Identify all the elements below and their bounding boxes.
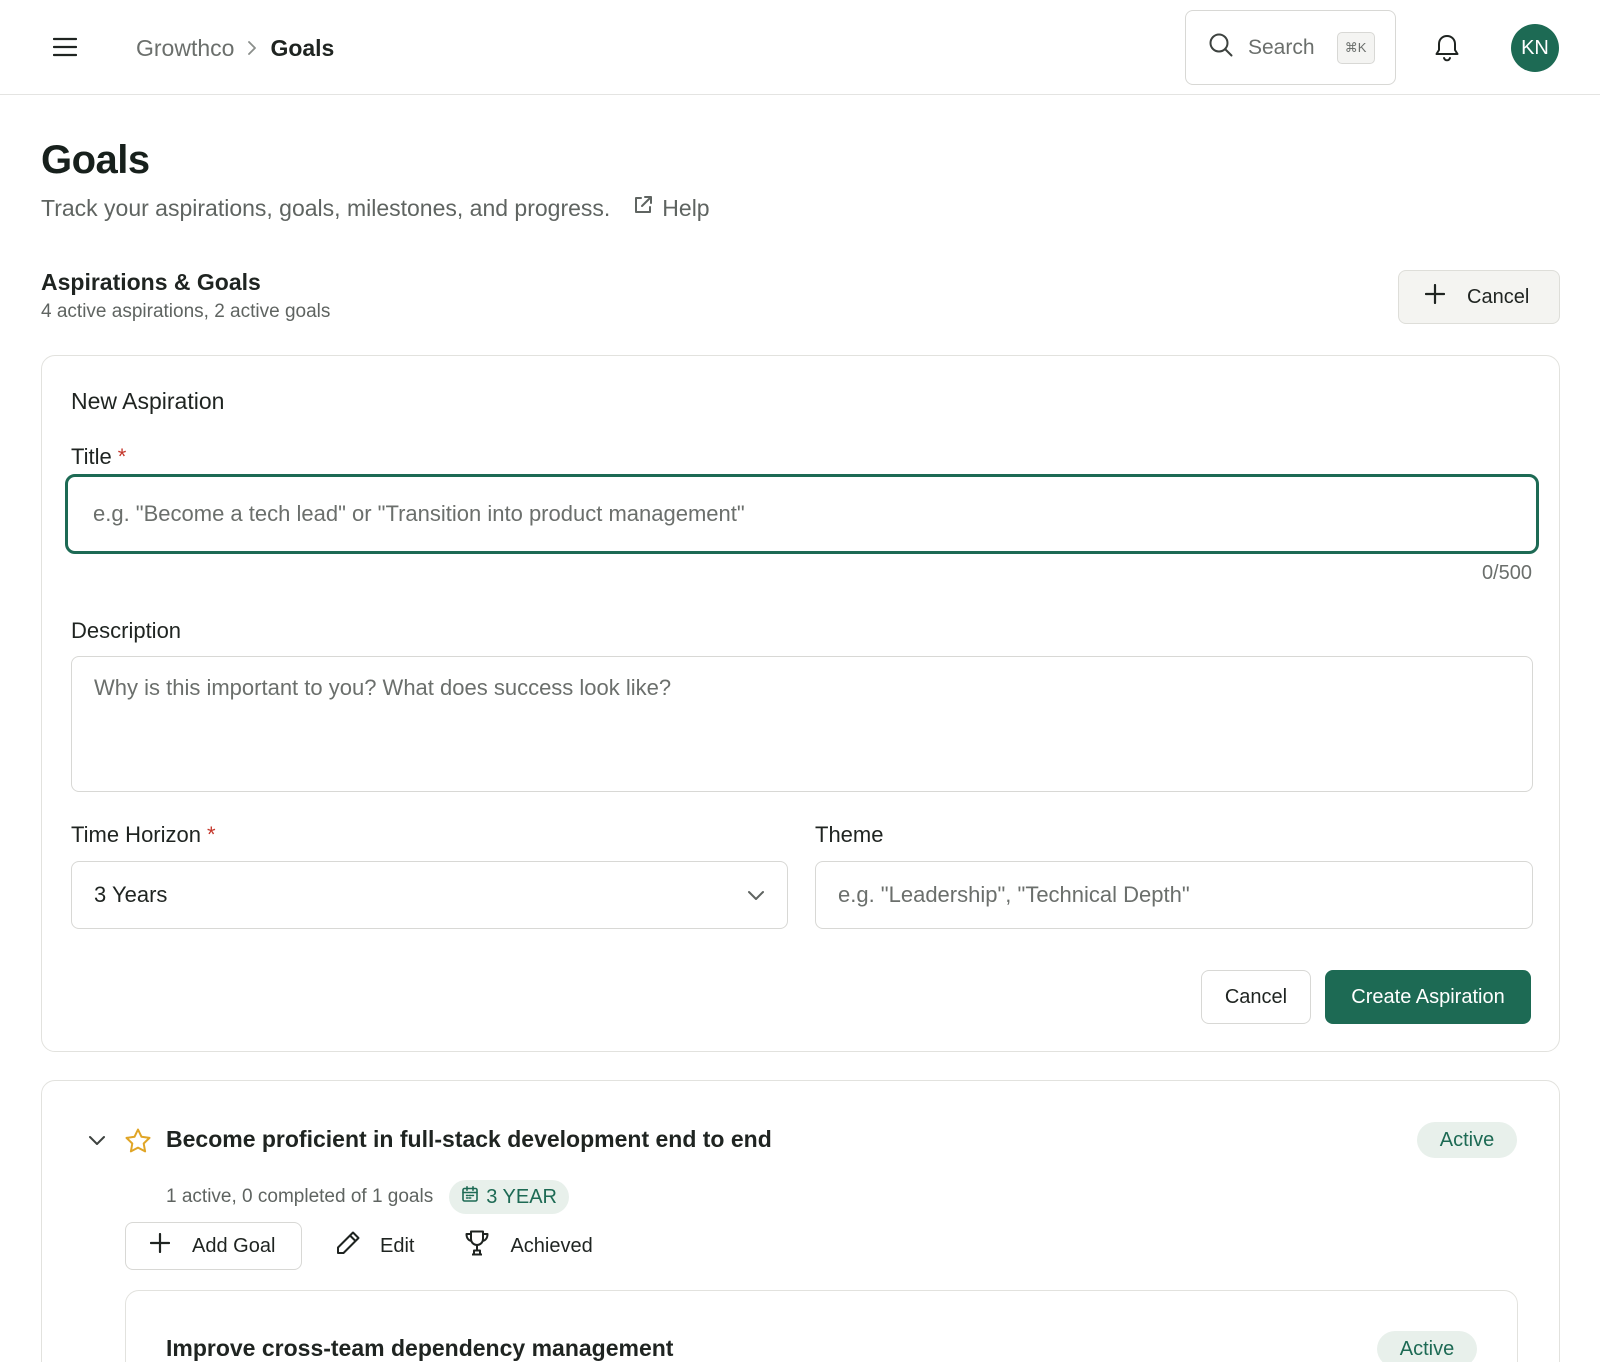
title-input[interactable]	[65, 474, 1539, 554]
aspiration-card: Become proficient in full-stack developm…	[41, 1080, 1560, 1362]
new-aspiration-form: New Aspiration Title* 0/500 Description …	[41, 355, 1560, 1052]
time-horizon-label-text: Time Horizon	[71, 822, 201, 847]
search-icon	[1208, 32, 1234, 63]
description-input[interactable]	[71, 656, 1533, 792]
calendar-icon	[461, 1185, 479, 1209]
help-label: Help	[662, 194, 710, 221]
status-badge: Active	[1417, 1122, 1517, 1158]
aspiration-title[interactable]: Become proficient in full-stack developm…	[166, 1126, 772, 1153]
chevron-down-icon	[747, 882, 765, 908]
help-link[interactable]: Help	[632, 194, 710, 222]
section-title: Aspirations & Goals	[41, 269, 261, 295]
breadcrumb-root[interactable]: Growthco	[136, 35, 234, 62]
theme-input[interactable]	[815, 861, 1533, 929]
goal-title[interactable]: Improve cross-team dependency management	[166, 1335, 673, 1362]
title-char-counter: 0/500	[1481, 562, 1532, 584]
breadcrumb-current: Goals	[270, 34, 335, 61]
add-goal-button[interactable]: Add Goal	[125, 1222, 302, 1270]
external-link-icon	[632, 194, 654, 222]
page-title: Goals	[41, 138, 150, 182]
pencil-icon	[334, 1229, 362, 1263]
aspiration-meta: 1 active, 0 completed of 1 goals 3 YEAR	[166, 1180, 569, 1214]
goal-status-badge: Active	[1377, 1331, 1477, 1362]
form-cancel-button[interactable]: Cancel	[1201, 970, 1311, 1024]
required-mark: *	[207, 822, 216, 847]
bell-icon[interactable]	[1432, 32, 1462, 64]
plus-icon	[1424, 283, 1446, 310]
required-mark: *	[117, 444, 127, 469]
trophy-icon	[462, 1229, 492, 1263]
search-button[interactable]: Search ⌘K	[1185, 10, 1396, 85]
aspiration-actions: Add Goal Edit Achieved	[125, 1222, 593, 1270]
collapse-chevron-icon[interactable]	[86, 1130, 108, 1152]
horizon-pill: 3 YEAR	[449, 1180, 569, 1214]
page-subtitle: Track your aspirations, goals, milestone…	[41, 194, 611, 221]
add-goal-label: Add Goal	[192, 1234, 276, 1257]
edit-button[interactable]: Edit	[334, 1229, 414, 1263]
edit-label: Edit	[380, 1234, 415, 1257]
avatar[interactable]: KN	[1511, 24, 1559, 72]
page-subtitle-row: Track your aspirations, goals, milestone…	[41, 194, 710, 222]
description-label: Description	[71, 618, 182, 643]
search-label: Search	[1248, 35, 1315, 59]
time-horizon-label: Time Horizon *	[71, 822, 216, 848]
achieved-button[interactable]: Achieved	[462, 1229, 593, 1263]
plus-icon	[149, 1232, 171, 1259]
aspiration-goal-counts: 1 active, 0 completed of 1 goals	[166, 1186, 434, 1207]
star-icon[interactable]	[124, 1127, 152, 1155]
menu-icon[interactable]	[48, 30, 82, 64]
horizon-pill-label: 3 YEAR	[486, 1185, 557, 1208]
section-summary: 4 active aspirations, 2 active goals	[41, 301, 331, 322]
title-label-text: Title	[71, 444, 112, 469]
time-horizon-select[interactable]: 3 Years	[71, 861, 788, 929]
create-aspiration-button[interactable]: Create Aspiration	[1325, 970, 1531, 1024]
toggle-new-aspiration-label: Cancel	[1467, 285, 1530, 308]
title-label: Title *	[71, 444, 126, 470]
form-heading: New Aspiration	[71, 388, 225, 414]
search-shortcut: ⌘K	[1336, 31, 1375, 64]
goal-card: Improve cross-team dependency management…	[125, 1290, 1518, 1362]
time-horizon-value: 3 Years	[94, 882, 168, 907]
achieved-label: Achieved	[510, 1234, 593, 1257]
chevron-right-icon	[246, 40, 258, 56]
breadcrumb: Growthco Goals	[136, 30, 334, 66]
theme-label: Theme	[815, 822, 884, 847]
toggle-new-aspiration-button[interactable]: Cancel	[1398, 270, 1560, 324]
top-bar: Growthco Goals Search ⌘K KN	[0, 0, 1600, 95]
